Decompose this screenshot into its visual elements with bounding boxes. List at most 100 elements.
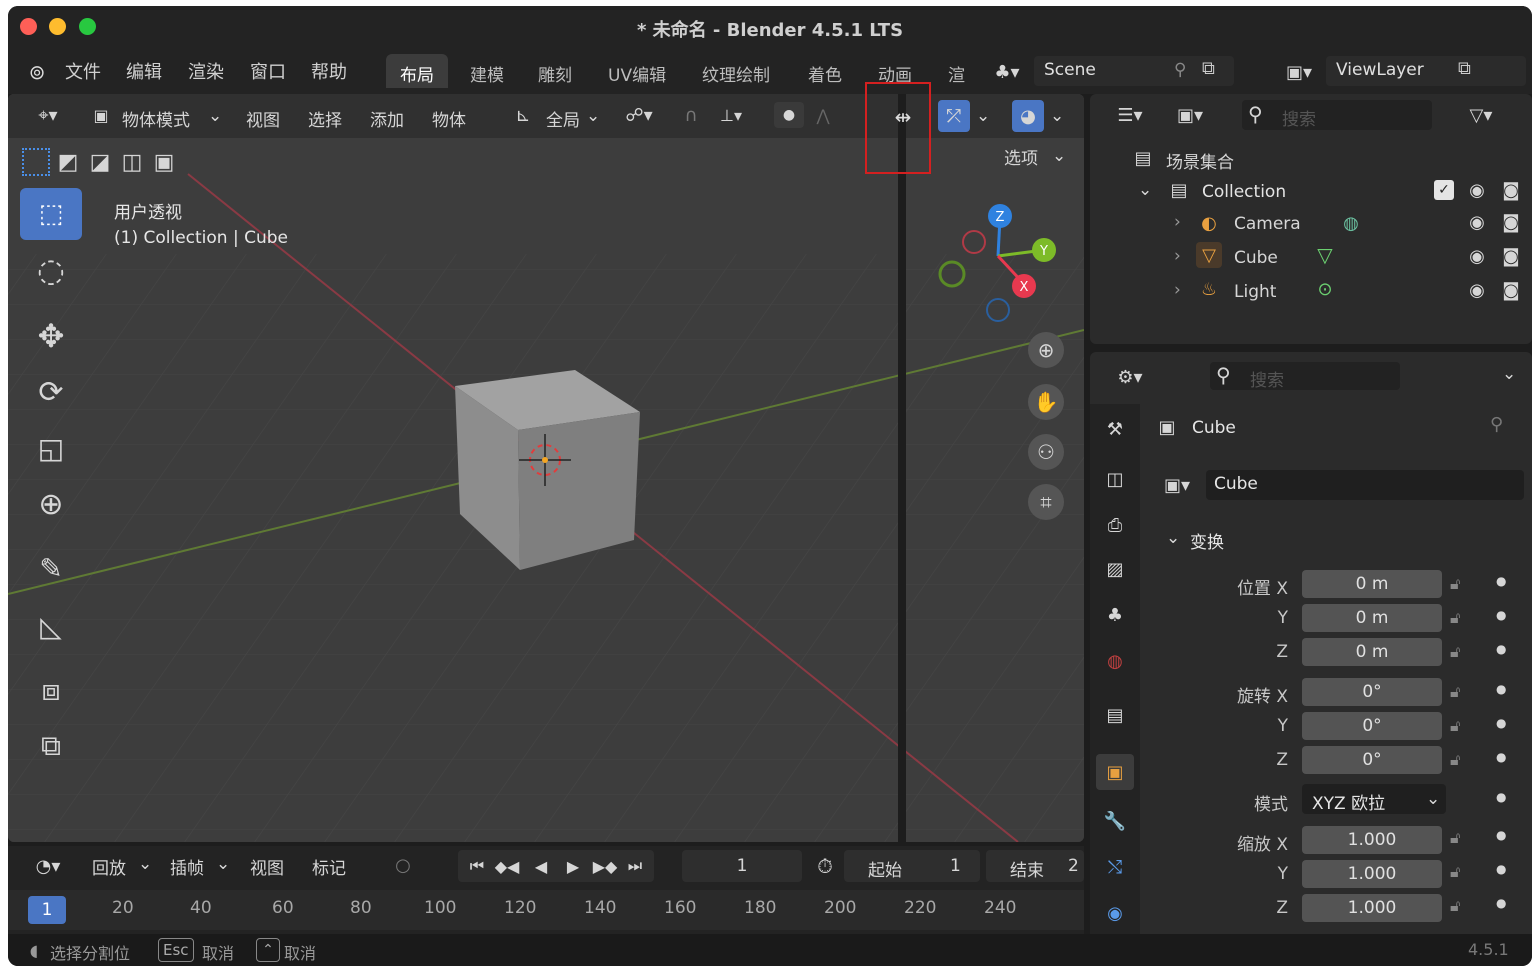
- new-view-layer-icon[interactable]: ⧉: [1458, 58, 1471, 79]
- cursor-tool[interactable]: ◌: [20, 244, 82, 296]
- rotation-y-field[interactable]: 0°: [1302, 712, 1442, 740]
- scene-tab-icon[interactable]: ♣: [1100, 600, 1130, 630]
- select-invert-icon[interactable]: ◫: [118, 148, 146, 176]
- modifier-tab-icon[interactable]: 🔧: [1100, 806, 1130, 836]
- outliner-item-light[interactable]: Light: [1234, 282, 1276, 302]
- play-reverse-icon[interactable]: ◀: [528, 852, 554, 880]
- pan-hand-icon[interactable]: ✋: [1028, 384, 1064, 420]
- snap-icon[interactable]: ∩: [676, 102, 706, 128]
- camera-render-icon[interactable]: ◙: [1498, 244, 1524, 268]
- eye-icon[interactable]: ◉: [1464, 178, 1490, 202]
- transform-tool[interactable]: ⊕: [20, 478, 82, 530]
- tab-sculpting[interactable]: 雕刻: [524, 54, 586, 88]
- timeline-menu-playback[interactable]: 回放: [92, 854, 126, 879]
- tab-uv-editing[interactable]: UV编辑: [594, 54, 680, 88]
- viewport-menu-select[interactable]: 选择: [308, 106, 342, 131]
- transform-panel-title[interactable]: 变换: [1190, 528, 1224, 553]
- camera-data-icon[interactable]: ◍: [1336, 210, 1366, 236]
- keyframe-dot-icon[interactable]: ●: [1496, 750, 1506, 764]
- add-cube-tool[interactable]: ⧈: [20, 664, 82, 716]
- select-subtract-icon[interactable]: ◪: [86, 148, 114, 176]
- collapse-arrow-icon[interactable]: ⌄: [1166, 528, 1180, 548]
- view-layer-tab-icon[interactable]: ▨: [1100, 554, 1130, 584]
- expand-arrow-icon[interactable]: ›: [1174, 212, 1181, 232]
- menu-file[interactable]: 文件: [65, 58, 101, 84]
- lock-icon[interactable]: 🔓︎: [1450, 750, 1460, 770]
- eye-icon[interactable]: ◉: [1464, 244, 1490, 268]
- editor-type-icon[interactable]: ⌖▾: [26, 102, 70, 128]
- tab-modeling[interactable]: 建模: [456, 54, 518, 88]
- lock-icon[interactable]: 🔓︎: [1450, 862, 1460, 882]
- show-overlays-icon[interactable]: ◕: [1012, 100, 1044, 132]
- menu-help[interactable]: 帮助: [311, 58, 347, 84]
- prev-keyframe-icon[interactable]: ◆◀: [494, 852, 520, 880]
- keyframe-dot-icon[interactable]: ●: [1496, 682, 1506, 696]
- properties-search-input[interactable]: ⚲ 搜索: [1210, 362, 1400, 391]
- tab-texture-paint[interactable]: 纹理绘制: [688, 54, 784, 88]
- 3d-viewport[interactable]: ⌖▾ ▣ 物体模式 ⌄ 视图 选择 添加 物体 ⊾ 全局 ⌄ ☍▾ ∩ ⊥▾ ●…: [8, 94, 1084, 842]
- keyframe-dot-icon[interactable]: ●: [1496, 862, 1506, 876]
- orientation-dropdown[interactable]: 全局: [546, 106, 580, 131]
- end-frame-field[interactable]: 结束 2: [986, 850, 1084, 882]
- camera-render-icon[interactable]: ◙: [1498, 278, 1524, 302]
- menu-render[interactable]: 渲染: [188, 58, 224, 84]
- lock-icon[interactable]: 🔓︎: [1450, 642, 1460, 662]
- menu-edit[interactable]: 编辑: [126, 58, 162, 84]
- pivot-point-icon[interactable]: ☍▾: [616, 102, 662, 128]
- play-icon[interactable]: ▶: [560, 852, 586, 880]
- keyframe-dot-icon[interactable]: ●: [1496, 828, 1506, 842]
- outliner-item-cube[interactable]: Cube: [1234, 248, 1278, 268]
- filter-icon[interactable]: ▽▾: [1458, 100, 1504, 130]
- select-intersect-icon[interactable]: ▣: [150, 148, 178, 176]
- lock-icon[interactable]: 🔓︎: [1450, 608, 1460, 628]
- keyframe-dot-icon[interactable]: ●: [1496, 642, 1506, 656]
- expand-arrow-icon[interactable]: ›: [1174, 280, 1181, 300]
- perspective-toggle-icon[interactable]: ⌗: [1028, 484, 1064, 520]
- rotation-mode-dropdown[interactable]: XYZ 欧拉 ⌄: [1302, 784, 1446, 814]
- viewport-menu-view[interactable]: 视图: [246, 106, 280, 131]
- eye-icon[interactable]: ◉: [1464, 210, 1490, 234]
- viewport-options-dropdown[interactable]: 选项: [1004, 144, 1038, 169]
- object-browse-icon[interactable]: ▣▾: [1154, 470, 1200, 500]
- scene-field[interactable]: Scene ⚲ ⧉: [1034, 56, 1234, 86]
- expand-arrow-icon[interactable]: ›: [1174, 246, 1181, 266]
- outliner-editor-type-icon[interactable]: ☰▾: [1110, 100, 1150, 130]
- object-name-field[interactable]: Cube: [1206, 470, 1524, 500]
- light-data-icon[interactable]: ⊙: [1310, 276, 1340, 302]
- view-layer-field[interactable]: ViewLayer ⧉: [1326, 56, 1526, 86]
- blender-logo-icon[interactable]: ⊚: [22, 60, 52, 84]
- add-cone-tool[interactable]: ⧉: [20, 720, 82, 772]
- timeline-menu-view[interactable]: 视图: [250, 854, 284, 879]
- zoom-icon[interactable]: ⊕: [1028, 332, 1064, 368]
- pin-icon[interactable]: ⚲: [1174, 60, 1186, 80]
- jump-start-icon[interactable]: ⏮: [464, 852, 490, 880]
- select-extend-icon[interactable]: ◩: [54, 148, 82, 176]
- navigation-gizmo[interactable]: Z Y X: [928, 194, 1058, 334]
- start-frame-field[interactable]: 起始 1: [844, 850, 980, 882]
- object-tab-icon[interactable]: ▣: [1096, 754, 1134, 790]
- measure-tool[interactable]: ◺: [20, 600, 82, 652]
- rotation-x-field[interactable]: 0°: [1302, 678, 1442, 706]
- tab-shading[interactable]: 着色: [794, 54, 856, 88]
- keyframe-dot-icon[interactable]: ●: [1496, 574, 1506, 588]
- select-new-icon[interactable]: [22, 148, 50, 176]
- rotation-z-field[interactable]: 0°: [1302, 746, 1442, 774]
- auto-keying-icon[interactable]: ○: [388, 850, 418, 880]
- viewport-menu-add[interactable]: 添加: [370, 106, 404, 131]
- lock-icon[interactable]: 🔓︎: [1450, 574, 1460, 594]
- jump-end-icon[interactable]: ⏭: [622, 852, 648, 880]
- area-split-divider[interactable]: [898, 94, 906, 844]
- collection-tab-icon[interactable]: ▤: [1100, 700, 1130, 730]
- keyframe-dot-icon[interactable]: ●: [1496, 790, 1506, 804]
- checkbox-icon[interactable]: ✓: [1434, 180, 1454, 200]
- scale-z-field[interactable]: 1.000: [1302, 894, 1442, 922]
- falloff-icon[interactable]: ⋀: [808, 102, 838, 128]
- timeline-menu-keying[interactable]: 插帧: [170, 854, 204, 879]
- pin-icon[interactable]: ⚲: [1490, 414, 1503, 435]
- current-frame-marker[interactable]: 1: [28, 896, 66, 924]
- scene-selector-icon[interactable]: ♣▾: [984, 60, 1030, 84]
- outliner-item-camera[interactable]: Camera: [1234, 214, 1301, 234]
- lock-icon[interactable]: 🔓︎: [1450, 896, 1460, 916]
- eye-icon[interactable]: ◉: [1464, 278, 1490, 302]
- location-z-field[interactable]: 0 m: [1302, 638, 1442, 666]
